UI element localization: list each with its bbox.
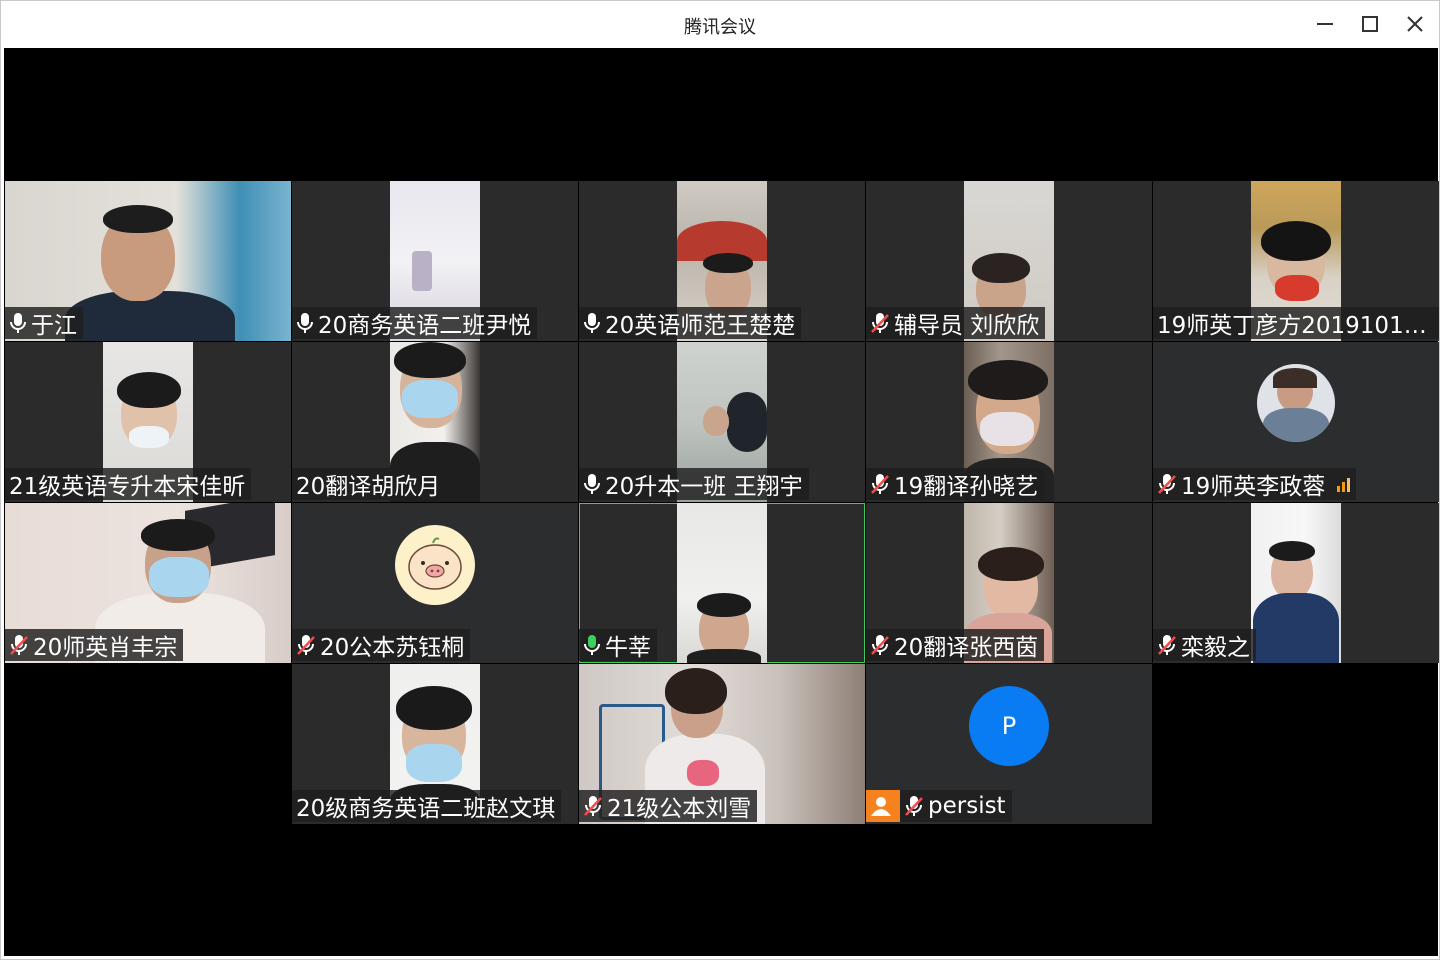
participant-tile[interactable]: 20升本一班 王翔宇 xyxy=(579,342,865,502)
name-tag: 20商务英语二班尹悦 xyxy=(292,307,538,339)
microphone-icon xyxy=(297,313,313,333)
participant-tile[interactable]: 19师英李政蓉 xyxy=(1153,342,1439,502)
participant-avatar xyxy=(1257,364,1335,442)
name-tag: 20翻译胡欣月 xyxy=(292,468,447,500)
participant-tile[interactable]: 20级商务英语二班赵文琪 xyxy=(292,664,578,824)
close-icon xyxy=(1407,16,1423,32)
maximize-button[interactable] xyxy=(1352,9,1388,39)
video-gallery: 于江 20商务英语二班尹悦 20英语师范王楚楚 辅导员 刘欣欣 19师英丁彦方2… xyxy=(4,48,1439,956)
name-tag: 20翻译张西茵 xyxy=(866,629,1045,661)
name-tag: 19翻译孙晓艺 xyxy=(866,468,1045,500)
participant-avatar: P xyxy=(969,686,1049,766)
participant-tile[interactable]: 20公本苏钰桐 xyxy=(292,503,578,663)
participant-tile[interactable]: 20翻译胡欣月 xyxy=(292,342,578,502)
name-tag: 栾毅之 xyxy=(1153,629,1256,661)
name-tag: 20级商务英语二班赵文琪 xyxy=(292,790,562,822)
microphone-muted-icon xyxy=(584,796,602,816)
microphone-muted-icon xyxy=(871,313,889,333)
active-speaker-tile[interactable]: 牛莘 xyxy=(579,503,865,663)
meeting-window: 腾讯会议 于江 20商务英语二班尹悦 20英语师范王楚楚 辅导员 刘欣欣 19师… xyxy=(0,0,1440,960)
name-tag: persist xyxy=(866,790,1012,822)
name-tag: 21级英语专升本宋佳昕 xyxy=(5,468,252,500)
maximize-icon xyxy=(1362,16,1378,32)
name-tag: 辅导员 刘欣欣 xyxy=(866,307,1046,339)
close-button[interactable] xyxy=(1397,9,1433,39)
name-tag: 21级公本刘雪 xyxy=(579,790,758,822)
minimize-icon xyxy=(1317,23,1333,25)
participant-tile[interactable]: 辅导员 刘欣欣 xyxy=(866,181,1152,341)
participant-tile[interactable]: 21级英语专升本宋佳昕 xyxy=(5,342,291,502)
name-tag: 20英语师范王楚楚 xyxy=(579,307,802,339)
participant-tile[interactable]: 19师英丁彦方20191014... xyxy=(1153,181,1439,341)
participant-tile[interactable]: 20师英肖丰宗 xyxy=(5,503,291,663)
network-signal-icon xyxy=(1337,476,1351,492)
microphone-icon xyxy=(584,313,600,333)
participant-tile[interactable]: 19翻译孙晓艺 xyxy=(866,342,1152,502)
microphone-icon xyxy=(584,474,600,494)
microphone-muted-icon xyxy=(1158,474,1176,494)
user-icon xyxy=(866,790,900,822)
microphone-icon xyxy=(10,313,26,333)
piglet-avatar xyxy=(395,525,475,605)
participant-tile[interactable]: 栾毅之 xyxy=(1153,503,1439,663)
participant-tile[interactable]: 于江 xyxy=(5,181,291,341)
name-tag: 20公本苏钰桐 xyxy=(292,629,471,661)
participant-tile[interactable]: 21级公本刘雪 xyxy=(579,664,865,824)
microphone-muted-icon xyxy=(297,635,315,655)
microphone-muted-icon xyxy=(905,796,923,816)
participant-tile[interactable]: 20翻译张西茵 xyxy=(866,503,1152,663)
participant-video xyxy=(677,503,767,663)
microphone-muted-icon xyxy=(871,635,889,655)
name-tag: 20师英肖丰宗 xyxy=(5,629,184,661)
piglet-icon xyxy=(408,537,462,590)
microphone-speaking-icon xyxy=(584,635,600,655)
participant-tile[interactable]: 20商务英语二班尹悦 xyxy=(292,181,578,341)
participant-tile[interactable]: P persist xyxy=(866,664,1152,824)
name-tag: 于江 xyxy=(5,307,83,339)
title-bar[interactable]: 腾讯会议 xyxy=(1,1,1439,47)
name-tag: 牛莘 xyxy=(579,629,657,661)
name-tag: 19师英丁彦方20191014... xyxy=(1153,307,1439,339)
name-tag: 20升本一班 王翔宇 xyxy=(579,468,809,500)
microphone-muted-icon xyxy=(871,474,889,494)
name-tag: 19师英李政蓉 xyxy=(1153,468,1357,500)
participant-video xyxy=(1251,503,1341,663)
microphone-muted-icon xyxy=(1158,635,1176,655)
window-title: 腾讯会议 xyxy=(684,17,756,38)
microphone-muted-icon xyxy=(10,635,28,655)
participant-tile[interactable]: 20英语师范王楚楚 xyxy=(579,181,865,341)
minimize-button[interactable] xyxy=(1307,9,1343,39)
